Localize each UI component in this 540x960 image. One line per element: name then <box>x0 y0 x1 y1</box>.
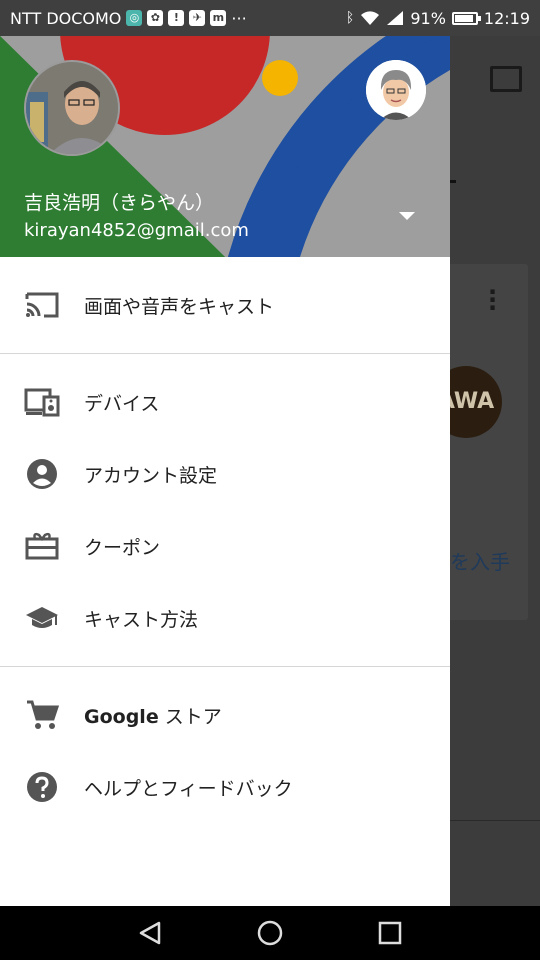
store-text: ストア <box>158 705 222 728</box>
system-navigation-bar <box>0 906 540 960</box>
menu-item-label: キャスト方法 <box>84 608 199 631</box>
star-notification-icon: ✿ <box>147 10 164 26</box>
recents-button[interactable] <box>370 913 410 953</box>
battery-icon <box>451 11 481 25</box>
home-circle-icon <box>257 920 283 946</box>
menu-item-label: デバイス <box>84 392 160 415</box>
drawer-menu: 画面や音声をキャスト デバイス アカウント設定 クーポン キャスト方法 Goog… <box>0 257 450 823</box>
background-title-fragment <box>450 180 456 183</box>
shopping-cart-icon <box>24 697 60 733</box>
menu-item-label: アカウント設定 <box>84 464 218 487</box>
background-divider <box>450 820 540 821</box>
background-devices-icon <box>490 66 522 92</box>
carrier-name: NTT DOCOMO <box>10 8 122 28</box>
menu-item-label: Google ストア <box>84 702 222 729</box>
account-switcher-dropdown[interactable] <box>392 205 422 225</box>
account-circle-icon <box>24 456 60 492</box>
alert-notification-icon: ! <box>168 10 185 26</box>
home-button[interactable] <box>250 913 290 953</box>
gift-card-icon <box>24 528 60 564</box>
menu-item-label: 画面や音声をキャスト <box>84 295 275 318</box>
help-icon <box>24 769 60 805</box>
recents-square-icon <box>378 921 402 945</box>
m-notification-icon: m <box>210 10 227 26</box>
app-notification-icon: ◎ <box>126 10 143 26</box>
menu-item-google-store[interactable]: Google ストア <box>0 679 450 751</box>
clock: 12:19 <box>483 8 530 28</box>
menu-item-coupons[interactable]: クーポン <box>0 510 450 582</box>
user-avatar[interactable] <box>24 60 120 156</box>
menu-item-account-settings[interactable]: アカウント設定 <box>0 438 450 510</box>
menu-item-cast[interactable]: 画面や音声をキャスト <box>0 269 450 341</box>
menu-item-label: クーポン <box>84 536 161 559</box>
location-notification-icon: ✈ <box>189 10 206 26</box>
school-icon <box>24 600 60 636</box>
back-button[interactable] <box>130 913 170 953</box>
secondary-account-avatar[interactable] <box>366 60 426 120</box>
user-name: 吉良浩明（きらやん） <box>24 192 215 214</box>
back-triangle-icon <box>139 921 161 945</box>
google-brand-text: Google <box>84 705 159 728</box>
arrow-drop-down-icon <box>399 212 415 220</box>
background-card-link: を入手 <box>450 550 510 574</box>
menu-item-help-feedback[interactable]: ヘルプとフィードバック <box>0 751 450 823</box>
menu-item-devices[interactable]: デバイス <box>0 366 450 438</box>
more-notifications-icon: ··· <box>231 8 247 28</box>
devices-icon <box>24 384 60 420</box>
battery-percent: 91% <box>410 8 446 28</box>
menu-item-how-to-cast[interactable]: キャスト方法 <box>0 582 450 654</box>
background-app: ··· AWA を入手 <box>450 36 540 906</box>
user-email: kirayan4852@gmail.com <box>24 220 249 241</box>
signal-icon <box>387 11 404 25</box>
drawer-header: 吉良浩明（きらやん） kirayan4852@gmail.com <box>0 0 450 257</box>
bluetooth-icon: ᛒ <box>345 10 355 26</box>
status-bar: NTT DOCOMO ◎ ✿ ! ✈ m ··· ᛒ 91% 12:19 <box>0 0 540 36</box>
wifi-icon <box>361 11 380 25</box>
background-more-icon: · · · <box>488 278 498 322</box>
cast-icon <box>24 287 60 323</box>
navigation-drawer: 吉良浩明（きらやん） kirayan4852@gmail.com 画面や音声をキ… <box>0 0 450 906</box>
menu-item-label: ヘルプとフィードバック <box>84 777 293 800</box>
